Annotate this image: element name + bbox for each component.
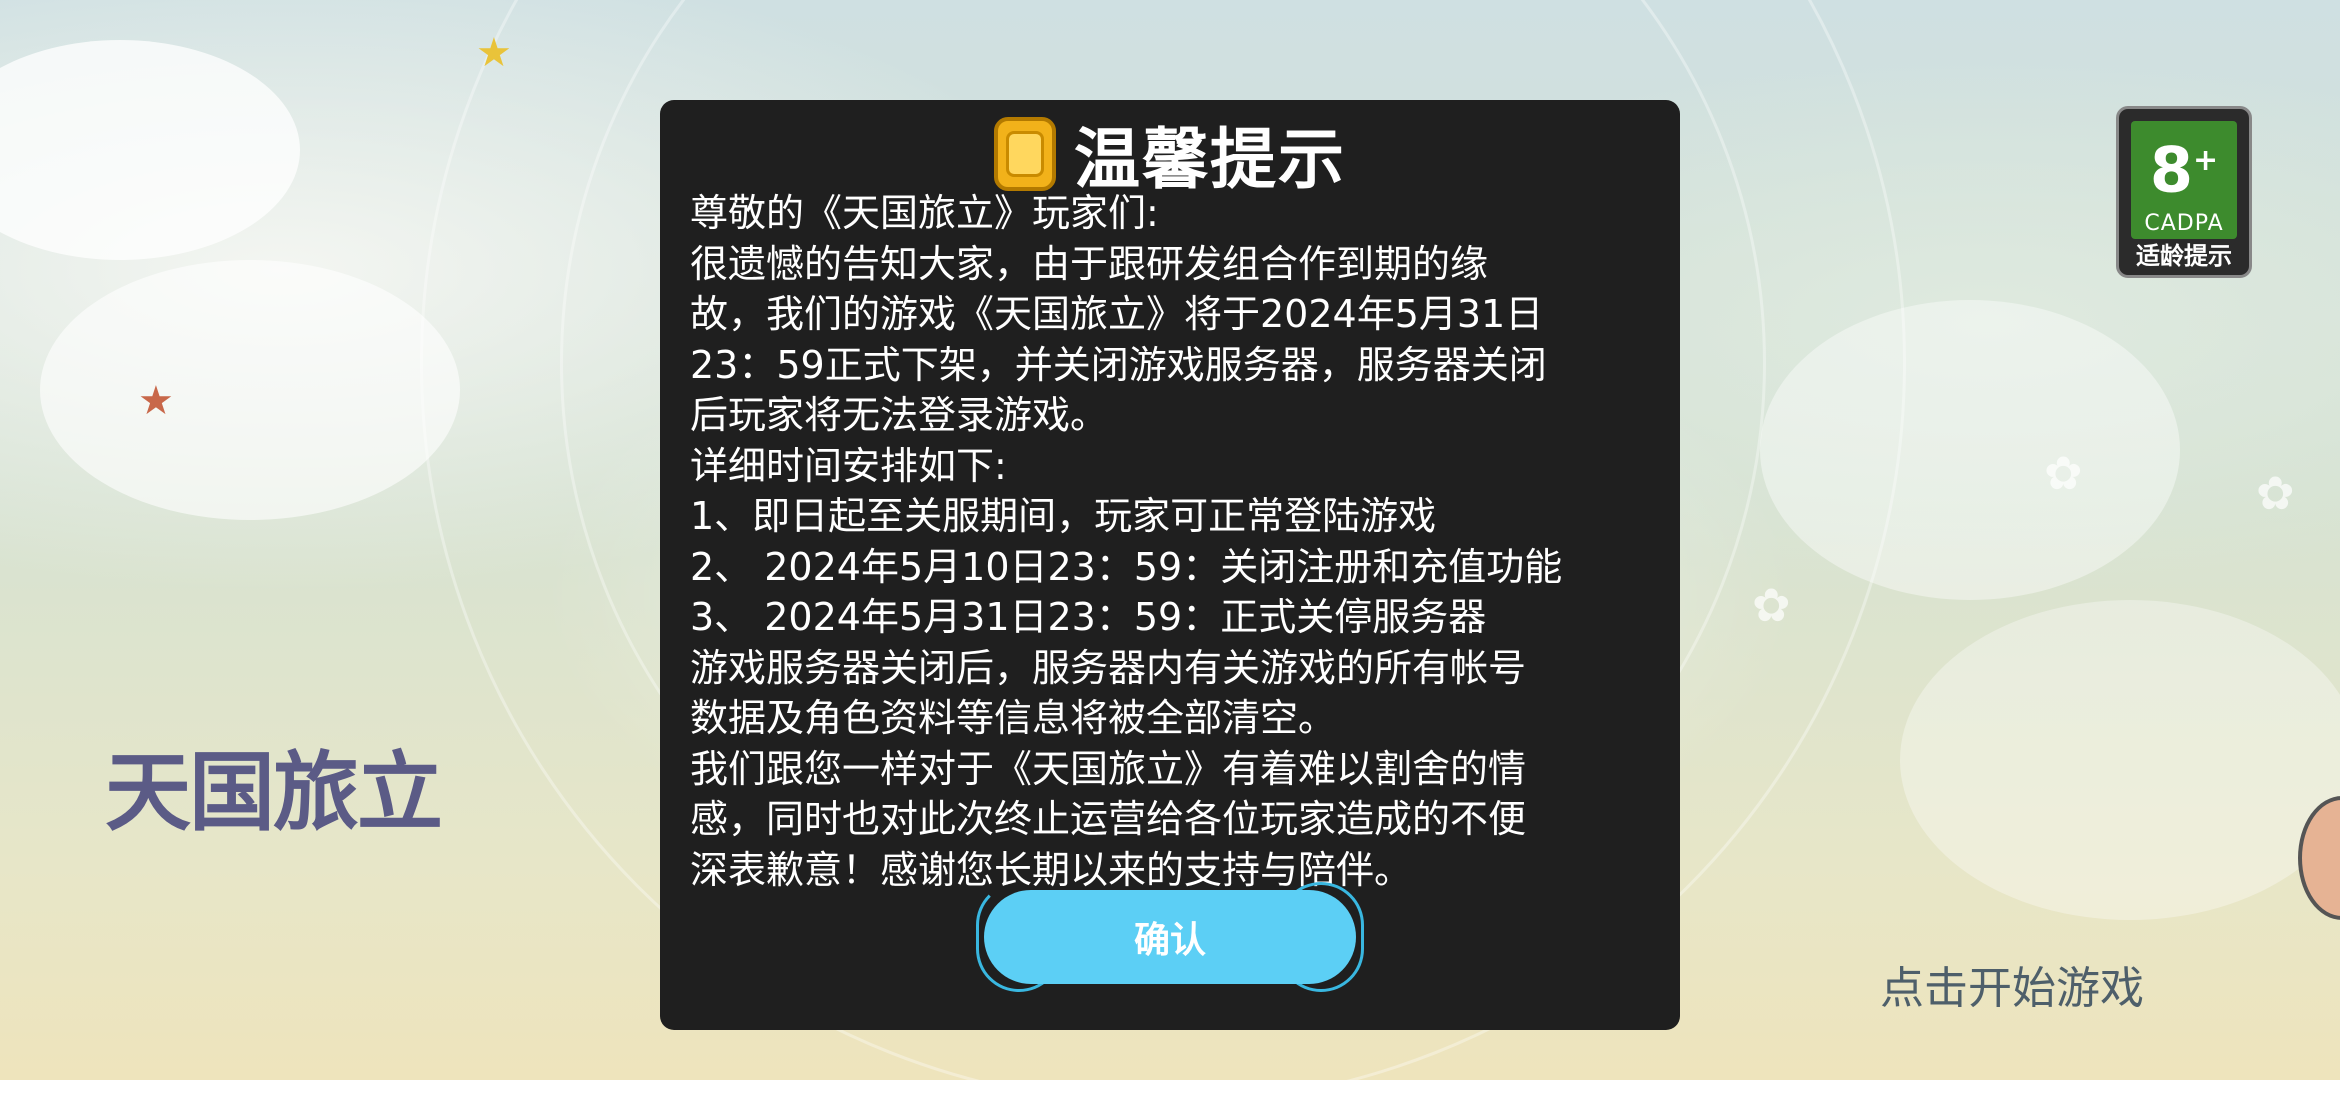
start-game-hint[interactable]: 点击开始游戏 <box>1880 952 2144 1016</box>
age-rating-value: 8+ <box>2149 133 2219 207</box>
age-rating-badge[interactable]: 8+ CADPA 适龄提示 <box>2116 106 2252 278</box>
dialog-paragraph: 数据及角色资料等信息将被全部清空。 <box>690 696 1337 740</box>
coin-icon <box>994 117 1056 191</box>
star-decoration: ★ <box>476 30 512 76</box>
notice-dialog: 温馨提示 尊敬的《天国旅立》玩家们: 很遗憾的告知大家，由于跟研发组合作到期的缘… <box>660 100 1680 1030</box>
flower-decoration: ✿ <box>2256 466 2295 520</box>
dialog-paragraph: 很遗憾的告知大家，由于跟研发组合作到期的缘 <box>690 241 1489 286</box>
dialog-paragraph: 1、即日起至关服期间，玩家可正常登陆游戏 <box>690 494 1437 538</box>
flower-decoration: ✿ <box>2044 446 2083 500</box>
dialog-paragraph: 游戏服务器关闭后，服务器内有关游戏的所有帐号 <box>690 645 1527 690</box>
game-logo: 天国旅立 <box>105 742 443 843</box>
dialog-paragraph: 3、 2024年5月31日23：59：正式关停服务器 <box>690 595 1487 639</box>
dialog-paragraph: 我们跟您一样对于《天国旅立》有着难以割舍的情 <box>690 746 1527 791</box>
dialog-paragraph: 尊敬的《天国旅立》玩家们: <box>690 191 1159 235</box>
star-decoration: ★ <box>138 378 174 424</box>
dialog-body: 尊敬的《天国旅立》玩家们: 很遗憾的告知大家，由于跟研发组合作到期的缘 故，我们… <box>690 188 1660 895</box>
dialog-paragraph: 详细时间安排如下: <box>690 443 1007 488</box>
cadpa-label: CADPA <box>2144 210 2224 236</box>
confirm-button[interactable]: 确认 <box>984 890 1356 984</box>
dialog-header: 温馨提示 <box>660 108 1680 200</box>
confirm-button-frame: 确认 <box>976 882 1364 992</box>
age-rating-panel: 8+ CADPA <box>2131 121 2237 239</box>
dialog-paragraph: 2、 2024年5月10日23：59：关闭注册和充值功能 <box>690 544 1563 589</box>
dialog-paragraph: 故，我们的游戏《天国旅立》将于2024年5月31日 <box>690 292 1544 336</box>
age-rating-label: 适龄提示 <box>2136 242 2232 270</box>
dialog-paragraph: 后玩家将无法登录游戏。 <box>690 393 1109 437</box>
cloud-decoration <box>40 260 460 520</box>
dialog-paragraph: 感，同时也对此次终止运营给各位玩家造成的不便 <box>690 797 1527 841</box>
flower-decoration: ✿ <box>1752 578 1791 632</box>
cloud-decoration <box>1900 600 2340 920</box>
dialog-paragraph: 23：59正式下架，并关闭游戏服务器，服务器关闭 <box>690 342 1547 387</box>
